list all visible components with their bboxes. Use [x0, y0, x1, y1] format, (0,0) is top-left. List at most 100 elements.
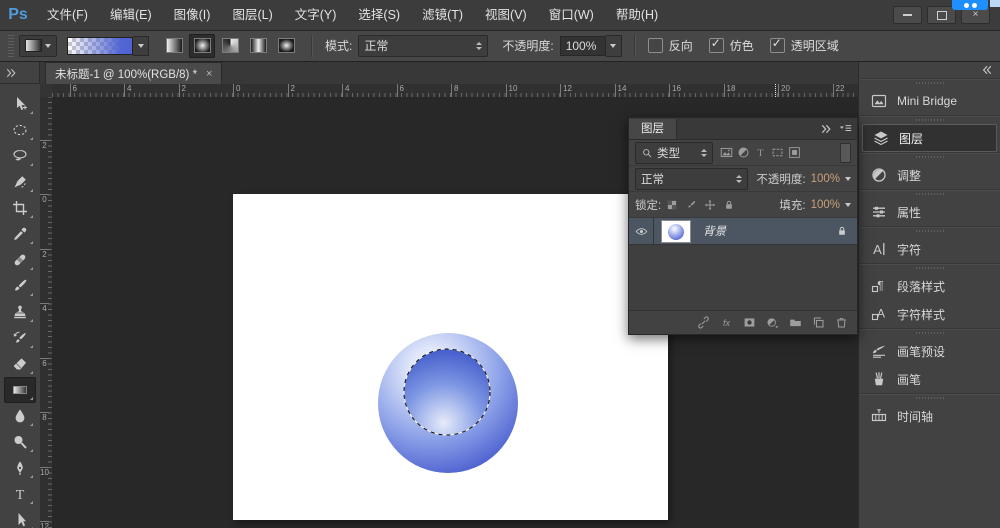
- eraser-tool[interactable]: [4, 351, 36, 377]
- gradient-tool-icon: [25, 39, 42, 52]
- clone-stamp-tool[interactable]: [4, 299, 36, 325]
- chevron-down-icon[interactable]: [845, 202, 851, 207]
- menu-item-window[interactable]: 窗口(W): [538, 0, 605, 30]
- dock-panel-adjustments[interactable]: 调整: [860, 161, 999, 189]
- horizontal-ruler[interactable]: 6 4 2 0 2 4 6 8 10 12 14 16 18 20 22: [52, 84, 858, 98]
- double-right-icon[interactable]: [820, 123, 832, 135]
- h-ruler-label: 18: [723, 84, 735, 97]
- document-tab[interactable]: 未标题-1 @ 100%(RGB/8) * ×: [45, 62, 223, 84]
- opacity-dropdown-button[interactable]: [605, 34, 622, 57]
- blend-mode-select[interactable]: 正常: [358, 34, 489, 57]
- gradient-tool[interactable]: [4, 377, 36, 403]
- marquee-tool-icon: [12, 122, 28, 138]
- menu-item-layer[interactable]: 图层(L): [221, 0, 283, 30]
- dock-group-separator: [859, 263, 1000, 272]
- opacity-input[interactable]: 100%: [559, 35, 606, 56]
- angle-gradient-button[interactable]: [217, 34, 243, 58]
- dock-panel-character-styles[interactable]: A 字符样式: [860, 300, 999, 328]
- menu-item-type[interactable]: 文字(Y): [284, 0, 348, 30]
- reflected-gradient-button[interactable]: [245, 34, 271, 58]
- adjustment-filter-icon[interactable]: [737, 146, 750, 159]
- healing-brush-tool[interactable]: [4, 247, 36, 273]
- transparency-checkbox[interactable]: [769, 36, 785, 53]
- chevron-down-icon[interactable]: [845, 176, 851, 181]
- dock-panel-mini-bridge[interactable]: Mini Bridge: [860, 87, 999, 115]
- move-tool[interactable]: [4, 91, 36, 117]
- history-brush-tool[interactable]: [4, 325, 36, 351]
- dock-panel-layers[interactable]: 图层: [862, 124, 997, 152]
- pen-tool[interactable]: [4, 455, 36, 481]
- adjustment-button[interactable]: [766, 316, 779, 329]
- menu-item-help[interactable]: 帮助(H): [605, 0, 669, 30]
- linear-gradient-button[interactable]: [161, 34, 187, 58]
- dock-panel-character[interactable]: A 字符: [860, 235, 999, 263]
- reverse-option[interactable]: 反向: [647, 37, 693, 54]
- dock-panel-brushes[interactable]: 画笔: [860, 365, 999, 393]
- dock-panel-paragraph-styles[interactable]: ¶ 段落样式: [860, 272, 999, 300]
- document-canvas[interactable]: [233, 194, 668, 520]
- lock-paint-icon[interactable]: [685, 199, 697, 211]
- folder-button[interactable]: [789, 316, 802, 329]
- new-layer-button[interactable]: [812, 316, 825, 329]
- panel-menu-icon[interactable]: [839, 122, 852, 135]
- gradient-preview-swatch[interactable]: [67, 36, 133, 55]
- menu-item-edit[interactable]: 编辑(E): [99, 0, 163, 30]
- blur-tool[interactable]: [4, 403, 36, 429]
- link-button[interactable]: [697, 316, 710, 329]
- v-ruler-label: 0: [40, 194, 49, 204]
- marquee-tool[interactable]: [4, 117, 36, 143]
- lasso-tool[interactable]: [4, 143, 36, 169]
- layer-blend-mode-select[interactable]: 正常: [635, 167, 749, 190]
- dock-panel-timeline[interactable]: 时间轴: [860, 402, 999, 430]
- fill-value[interactable]: 100%: [811, 199, 840, 211]
- toolbox-collapse-header[interactable]: [0, 62, 40, 84]
- dock-panel-label: 图层: [899, 131, 924, 146]
- shape-filter-icon[interactable]: [771, 146, 784, 159]
- minimize-button[interactable]: [893, 6, 922, 24]
- layer-thumbnail[interactable]: [661, 219, 691, 243]
- reverse-checkbox[interactable]: [647, 38, 663, 53]
- pixel-filter-icon[interactable]: [720, 146, 733, 159]
- mask-icon: [743, 316, 756, 329]
- collapse-dock-icon[interactable]: [981, 64, 993, 76]
- mask-button[interactable]: [743, 316, 756, 329]
- type-tool[interactable]: T: [4, 481, 36, 507]
- dodge-tool[interactable]: [4, 429, 36, 455]
- tool-preset-picker[interactable]: [19, 34, 57, 57]
- diamond-gradient-button[interactable]: [273, 34, 299, 58]
- crop-tool[interactable]: [4, 195, 36, 221]
- menu-item-select[interactable]: 选择(S): [347, 0, 411, 30]
- path-selection-tool[interactable]: [4, 507, 36, 528]
- tab-close-icon[interactable]: ×: [206, 68, 212, 80]
- quick-selection-tool[interactable]: [4, 169, 36, 195]
- brush-tool[interactable]: [4, 273, 36, 299]
- smart-filter-icon[interactable]: [788, 146, 801, 159]
- layer-filter-select[interactable]: 类型: [635, 141, 713, 164]
- h-ruler-label: 14: [614, 84, 626, 97]
- layer-opacity-value[interactable]: 100%: [811, 173, 840, 185]
- dock-panel-properties[interactable]: 属性: [860, 198, 999, 226]
- radial-gradient-button[interactable]: [189, 33, 215, 58]
- dock-panel-brush-presets[interactable]: 画笔预设: [860, 337, 999, 365]
- menu-item-filter[interactable]: 滤镜(T): [411, 0, 474, 30]
- menu-item-image[interactable]: 图像(I): [163, 0, 222, 30]
- layer-visibility-toggle[interactable]: [629, 218, 654, 244]
- trash-button[interactable]: [835, 316, 848, 329]
- layer-row[interactable]: 背景: [629, 218, 857, 245]
- lock-position-icon[interactable]: [704, 199, 716, 211]
- v-ruler-label: 4: [40, 303, 49, 313]
- lock-transparent-icon[interactable]: [666, 199, 678, 211]
- fx-button[interactable]: fx: [720, 316, 733, 329]
- menu-item-file[interactable]: 文件(F): [36, 0, 99, 30]
- layer-filter-toggle[interactable]: [840, 142, 851, 163]
- dither-option[interactable]: 仿色: [708, 36, 754, 54]
- lock-all-icon[interactable]: [723, 199, 735, 211]
- layers-panel-tab[interactable]: 图层: [629, 119, 677, 139]
- menu-item-view[interactable]: 视图(V): [474, 0, 538, 30]
- gradient-picker-button[interactable]: [133, 35, 149, 56]
- transparency-option[interactable]: 透明区域: [769, 36, 839, 54]
- toolbox: T: [0, 84, 41, 528]
- type-filter-icon[interactable]: T: [754, 146, 767, 159]
- eyedropper-tool[interactable]: [4, 221, 36, 247]
- dither-checkbox[interactable]: [708, 36, 724, 53]
